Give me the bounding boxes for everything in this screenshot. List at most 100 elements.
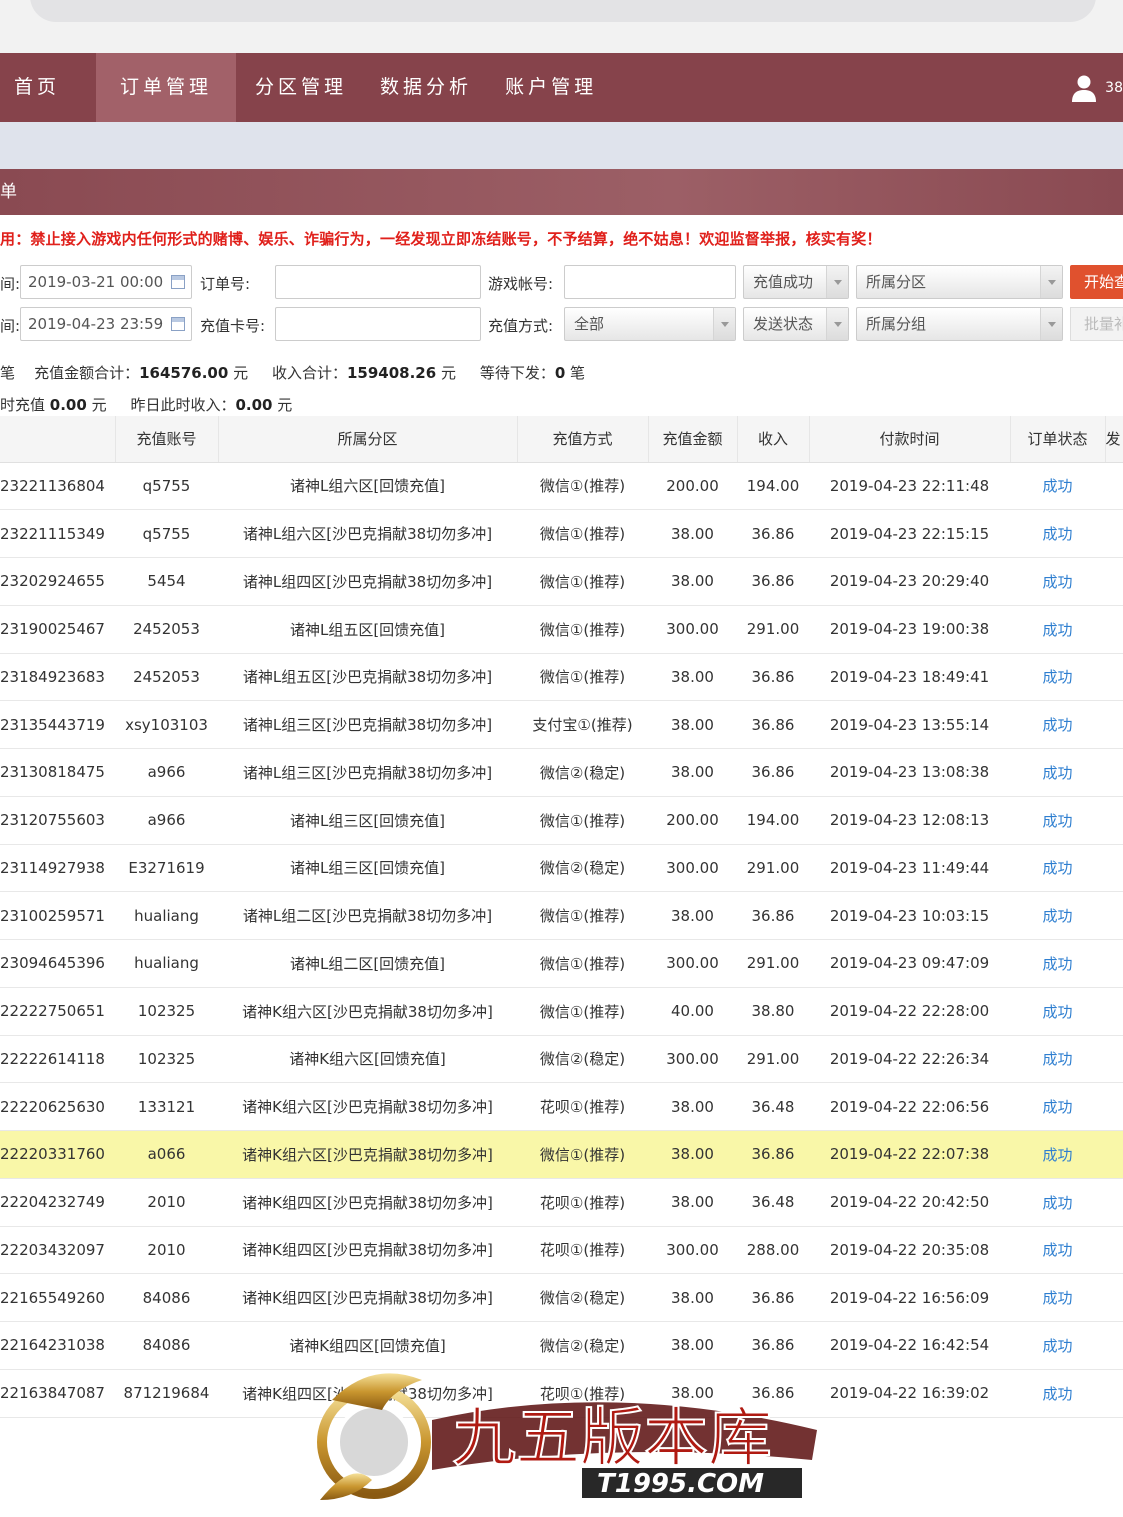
start-time-input[interactable]: 2019-03-21 00:00 — [20, 265, 192, 299]
table-row[interactable]: 22203432097 2010 诸神K组四区[沙巴克捐献38切勿多冲] 花呗①(推荐… — [0, 1226, 1123, 1275]
cell-pay-method: 微信①(推荐) — [517, 509, 648, 558]
cell-status[interactable]: 成功 — [1010, 700, 1105, 749]
cell-status[interactable]: 成功 — [1010, 987, 1105, 1036]
calendar-icon[interactable] — [171, 275, 185, 289]
table-row[interactable]: 23135443719 xsy103103 诸神L组三区[沙巴克捐献38切勿多冲] 支… — [0, 700, 1123, 749]
recharge-status-select[interactable]: 充值成功 — [743, 265, 849, 299]
cell-pay-method: 微信①(推荐) — [517, 462, 648, 511]
table-row[interactable]: 23114927938 E3271619 诸神L组三区[回馈充值] 微信②(稳定) 30… — [0, 844, 1123, 893]
cell-send — [1105, 653, 1123, 702]
cell-amount: 300.00 — [648, 1226, 737, 1275]
chevron-down-icon — [826, 266, 848, 298]
user-icon — [1072, 75, 1097, 102]
table-row[interactable]: 22163847087 871219684 诸神K组四区[沙巴克捐献38切勿多冲] 花… — [0, 1369, 1123, 1418]
cell-status[interactable]: 成功 — [1010, 1178, 1105, 1227]
table-row[interactable]: 23094645396 hualiang 诸神L组二区[回馈充值] 微信①(推荐) 30… — [0, 939, 1123, 988]
col-account[interactable]: 充值账号 — [115, 416, 219, 463]
table-row[interactable]: 23100259571 hualiang 诸神L组二区[沙巴克捐献38切勿多冲] 微信… — [0, 891, 1123, 940]
cell-pay-method: 微信②(稳定) — [517, 1321, 648, 1370]
table-row[interactable]: 22164231038 84086 诸神K组四区[回馈充值] 微信②(稳定) 38.00… — [0, 1321, 1123, 1370]
col-amount[interactable]: 充值金额 — [648, 416, 738, 463]
col-send[interactable]: 发 — [1105, 416, 1123, 463]
total-label: 充值金额合计： — [34, 364, 140, 382]
nav-home[interactable]: 首页 — [0, 53, 74, 122]
table-row[interactable]: 23184923683 2452053 诸神L组五区[沙巴克捐献38切勿多冲] 微信①… — [0, 653, 1123, 702]
table-row[interactable]: 23221136804 q5755 诸神L组六区[回馈充值] 微信①(推荐) 200.0… — [0, 462, 1123, 511]
game-account-input[interactable] — [564, 265, 736, 299]
cell-status[interactable]: 成功 — [1010, 939, 1105, 988]
cell-status[interactable]: 成功 — [1010, 653, 1105, 702]
cell-status[interactable]: 成功 — [1010, 509, 1105, 558]
cell-pay-time: 2019-04-22 22:07:38 — [809, 1130, 1010, 1179]
cell-send — [1105, 557, 1123, 606]
table-row[interactable]: 22204232749 2010 诸神K组四区[沙巴克捐献38切勿多冲] 花呗①(推荐… — [0, 1178, 1123, 1227]
pay-method-select[interactable]: 全部 — [564, 307, 736, 341]
col-pay-time[interactable]: 付款时间 — [809, 416, 1011, 463]
batch-resend-button[interactable]: 批量补 — [1070, 307, 1123, 341]
col-status[interactable]: 订单状态 — [1010, 416, 1106, 463]
cell-status[interactable]: 成功 — [1010, 605, 1105, 654]
cell-pay-time: 2019-04-23 12:08:13 — [809, 796, 1010, 845]
calendar-icon[interactable] — [171, 317, 185, 331]
nav-orders[interactable]: 订单管理 — [96, 53, 237, 122]
table-header-row: 充值账号 所属分区 充值方式 充值金额 收入 付款时间 订单状态 发 — [0, 416, 1123, 463]
cell-status[interactable]: 成功 — [1010, 462, 1105, 511]
cell-status[interactable]: 成功 — [1010, 1082, 1105, 1131]
table-row[interactable]: 22165549260 84086 诸神K组四区[沙巴克捐献38切勿多冲] 微信②(稳… — [0, 1273, 1123, 1322]
cell-status[interactable]: 成功 — [1010, 1226, 1105, 1275]
cell-amount: 38.00 — [648, 1273, 737, 1322]
cell-account: 133121 — [115, 1082, 218, 1131]
col-order-id[interactable] — [0, 416, 116, 463]
table-row[interactable]: 22222614118 102325 诸神K组六区[回馈充值] 微信②(稳定) 300.… — [0, 1035, 1123, 1084]
cell-zone: 诸神L组二区[回馈充值] — [218, 939, 517, 988]
table-row[interactable]: 23120755603 a966 诸神L组三区[回馈充值] 微信①(推荐) 200.00… — [0, 796, 1123, 845]
cell-amount: 300.00 — [648, 1035, 737, 1084]
user-menu[interactable]: 38 — [1071, 53, 1123, 122]
table-row[interactable]: 23130818475 a966 诸神L组三区[沙巴克捐献38切勿多冲] 微信②(稳定… — [0, 748, 1123, 797]
cell-status[interactable]: 成功 — [1010, 1035, 1105, 1084]
cell-income: 291.00 — [737, 939, 809, 988]
cell-status[interactable]: 成功 — [1010, 1369, 1105, 1418]
cell-status[interactable]: 成功 — [1010, 1130, 1105, 1179]
end-time-input[interactable]: 2019-04-23 23:59 — [20, 307, 192, 341]
nav-analytics[interactable]: 数据分析 — [366, 53, 486, 122]
table-body: 23221136804 q5755 诸神L组六区[回馈充值] 微信①(推荐) 200.0… — [0, 462, 1123, 1418]
cell-pay-time: 2019-04-22 20:35:08 — [809, 1226, 1010, 1275]
col-method[interactable]: 充值方式 — [517, 416, 649, 463]
cell-send — [1105, 844, 1123, 893]
cell-income: 36.48 — [737, 1178, 809, 1227]
nav-zones[interactable]: 分区管理 — [241, 53, 361, 122]
cell-send — [1105, 1178, 1123, 1227]
cell-zone: 诸神L组六区[回馈充值] — [218, 462, 517, 511]
table-row[interactable]: 23190025467 2452053 诸神L组五区[回馈充值] 微信①(推荐) 300… — [0, 605, 1123, 654]
table-row[interactable]: 23202924655 5454 诸神L组四区[沙巴克捐献38切勿多冲] 微信①(推荐… — [0, 557, 1123, 606]
recharge-status-value: 充值成功 — [753, 273, 814, 291]
order-no-input[interactable] — [275, 265, 481, 299]
cell-send — [1105, 1082, 1123, 1131]
cell-status[interactable]: 成功 — [1010, 844, 1105, 893]
cell-status[interactable]: 成功 — [1010, 557, 1105, 606]
table-row[interactable]: 23221115349 q5755 诸神L组六区[沙巴克捐献38切勿多冲] 微信①(推… — [0, 509, 1123, 558]
cell-status[interactable]: 成功 — [1010, 796, 1105, 845]
start-query-button[interactable]: 开始查 — [1070, 265, 1123, 299]
send-status-select[interactable]: 发送状态 — [743, 307, 849, 341]
col-zone[interactable]: 所属分区 — [218, 416, 518, 463]
table-row[interactable]: 22220331760 a066 诸神K组六区[沙巴克捐献38切勿多冲] 微信①(推荐… — [0, 1130, 1123, 1179]
table-row[interactable]: 22220625630 133121 诸神K组六区[沙巴克捐献38切勿多冲] 花呗①(… — [0, 1082, 1123, 1131]
cell-order-id: 22204232749 — [0, 1178, 115, 1227]
col-income[interactable]: 收入 — [737, 416, 810, 463]
group-select[interactable]: 所属分组 — [856, 307, 1063, 341]
cell-status[interactable]: 成功 — [1010, 1273, 1105, 1322]
cell-status[interactable]: 成功 — [1010, 891, 1105, 940]
card-no-input[interactable] — [275, 307, 481, 341]
cell-status[interactable]: 成功 — [1010, 748, 1105, 797]
cell-account: E3271619 — [115, 844, 218, 893]
address-bar[interactable] — [30, 0, 1096, 22]
cell-amount: 40.00 — [648, 987, 737, 1036]
cell-pay-time: 2019-04-22 16:42:54 — [809, 1321, 1010, 1370]
cell-status[interactable]: 成功 — [1010, 1321, 1105, 1370]
nav-account[interactable]: 账户管理 — [491, 53, 611, 122]
table-row[interactable]: 22222750651 102325 诸神K组六区[沙巴克捐献38切勿多冲] 微信①(… — [0, 987, 1123, 1036]
zone-select[interactable]: 所属分区 — [856, 265, 1063, 299]
cell-income: 36.86 — [737, 891, 809, 940]
